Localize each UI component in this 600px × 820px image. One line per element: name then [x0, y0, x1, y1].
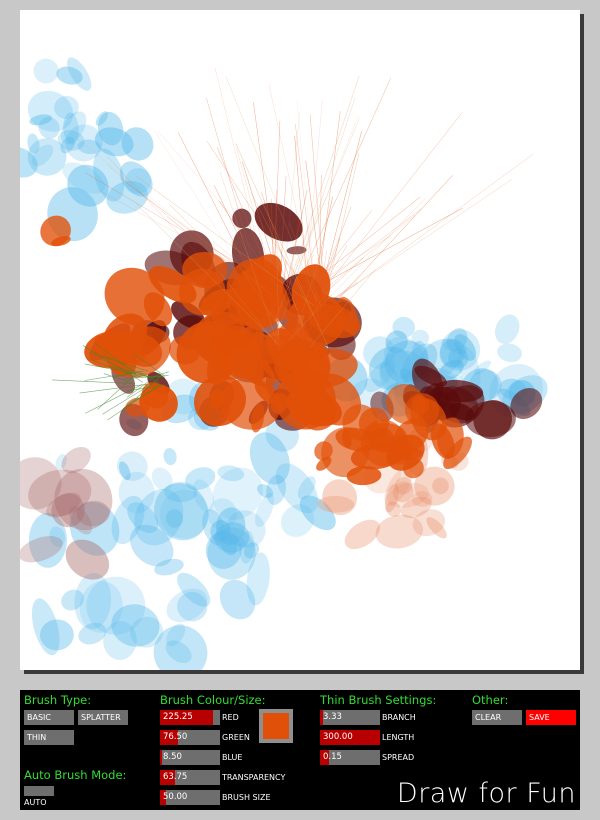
auto-mode-label: AUTO [24, 798, 47, 807]
red-slider[interactable]: 225.25 [160, 710, 220, 725]
spread-label: SPREAD [382, 753, 415, 762]
transparency-label: TRANSPARENCY [222, 773, 286, 782]
spread-slider[interactable]: 0.15 [320, 750, 380, 765]
branch-slider[interactable]: 3.33 [320, 710, 380, 725]
length-label: LENGTH [382, 733, 415, 742]
painting [20, 57, 548, 670]
other-heading: Other: [472, 693, 509, 707]
brush-size-slider[interactable]: 50.00 [160, 790, 220, 805]
transparency-value: 63.75 [163, 772, 188, 782]
thin-brush-heading: Thin Brush Settings: [320, 693, 437, 707]
app-title: Draw for Fun [396, 778, 576, 809]
transparency-slider[interactable]: 63.75 [160, 770, 220, 785]
colour-swatch [263, 713, 289, 739]
colour-preview [259, 709, 293, 743]
auto-mode-toggle[interactable] [24, 786, 54, 796]
brush-size-value: 50.00 [163, 792, 188, 802]
red-value: 225.25 [163, 712, 193, 722]
brush-size-label: BRUSH SIZE [222, 793, 271, 802]
blue-slider-fill [160, 750, 162, 765]
brush-colour-heading: Brush Colour/Size: [160, 693, 266, 707]
splatter-brush-button[interactable]: SPLATTER [78, 710, 128, 725]
basic-brush-button[interactable]: BASIC [24, 710, 74, 725]
branch-label: BRANCH [382, 713, 416, 722]
thin-brush-button[interactable]: THIN [24, 730, 74, 745]
clear-button[interactable]: CLEAR [472, 710, 522, 725]
blue-value: 8.50 [163, 752, 182, 762]
red-label: RED [222, 713, 239, 722]
control-panel: Brush Type: BASIC SPLATTER THIN Auto Bru… [20, 690, 580, 810]
blue-slider[interactable]: 8.50 [160, 750, 220, 765]
drawing-canvas[interactable] [20, 10, 580, 670]
blue-label: BLUE [222, 753, 243, 762]
green-label: GREEN [222, 733, 250, 742]
auto-mode-heading: Auto Brush Mode: [24, 768, 127, 782]
branch-value: 3.33 [323, 712, 342, 722]
length-slider[interactable]: 300.00 [320, 730, 380, 745]
spread-value: 0.15 [323, 752, 342, 762]
length-value: 300.00 [323, 732, 353, 742]
green-value: 76.50 [163, 732, 188, 742]
save-button[interactable]: SAVE [526, 710, 576, 725]
brush-type-heading: Brush Type: [24, 693, 92, 707]
green-slider[interactable]: 76.50 [160, 730, 220, 745]
